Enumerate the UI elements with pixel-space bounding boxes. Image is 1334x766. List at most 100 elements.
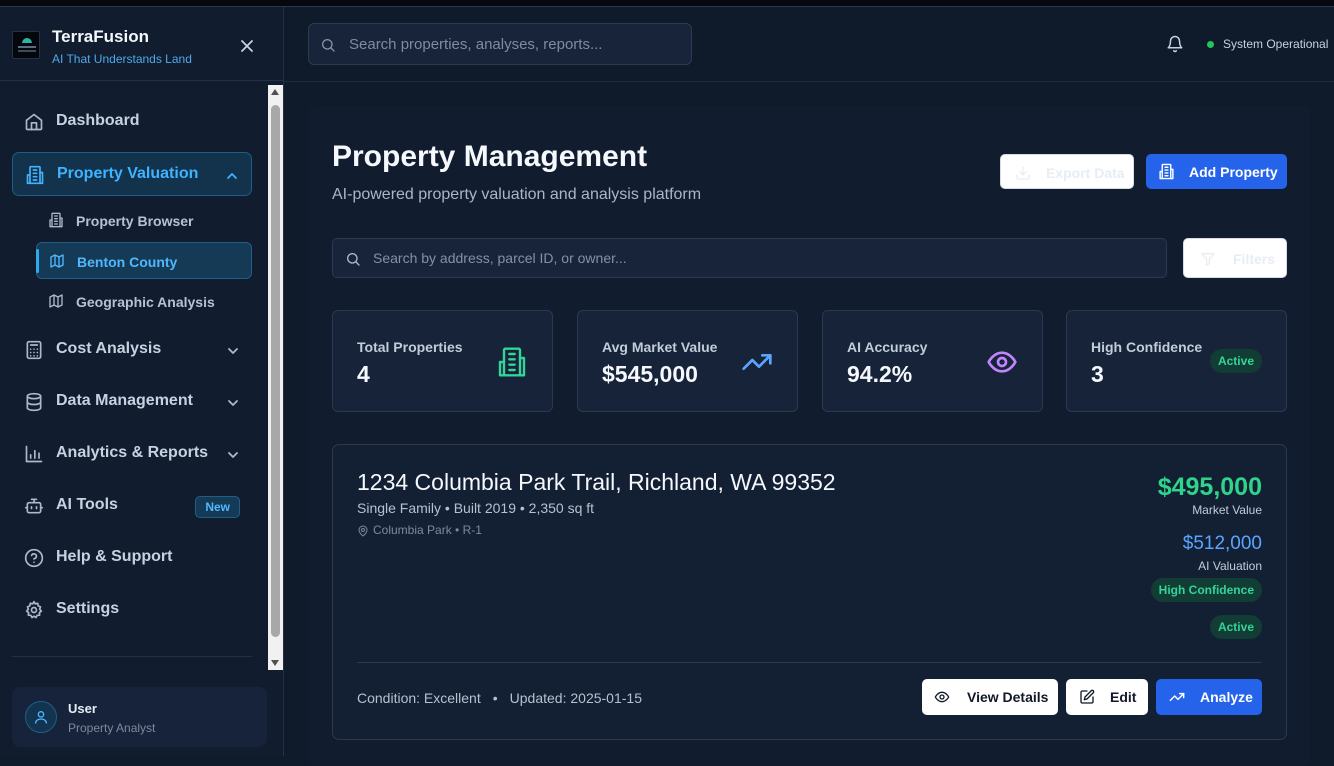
brand-tagline: AI That Understands Land (52, 52, 192, 66)
filters-label: Filters (1233, 251, 1276, 267)
sidebar-scrollbar[interactable] (268, 85, 283, 670)
filters-button[interactable]: Filters (1183, 238, 1287, 278)
stat-card-ai-accuracy: AI Accuracy 94.2% (822, 310, 1043, 412)
stat-card-total-properties: Total Properties 4 (332, 310, 553, 412)
user-icon (35, 711, 47, 724)
property-card: 1234 Columbia Park Trail, Richland, WA 9… (332, 444, 1287, 740)
property-search-input[interactable] (373, 239, 1153, 277)
sidebar-nav: Dashboard Property Valuation Property Br… (0, 85, 268, 670)
map-icon (50, 254, 64, 268)
stat-label: High Confidence (1091, 339, 1203, 355)
search-icon (347, 252, 360, 266)
sidebar-subitem-label: Geographic Analysis (76, 294, 215, 310)
stat-card-avg-market-value: Avg Market Value $545,000 (577, 310, 798, 412)
bot-icon (24, 498, 44, 514)
edit-button[interactable]: Edit (1066, 679, 1148, 715)
trending-up-icon (742, 354, 772, 370)
eye-icon (934, 691, 950, 703)
stat-label: Avg Market Value (602, 339, 718, 355)
sidebar-item-help-support[interactable]: Help & Support (12, 536, 252, 580)
system-status: System Operational (1223, 37, 1329, 51)
sidebar-subitem-benton-county[interactable]: Benton County (36, 242, 252, 279)
sidebar-subitem-property-browser[interactable]: Property Browser (36, 202, 252, 239)
edit-label: Edit (1110, 689, 1137, 705)
scroll-up-arrow-icon[interactable] (271, 89, 279, 95)
edit-icon (1080, 689, 1095, 704)
sidebar-divider (12, 656, 252, 657)
main-content: Property Management AI-powered property … (308, 106, 1310, 766)
sidebar-item-property-valuation[interactable]: Property Valuation (12, 152, 252, 196)
eye-icon (987, 351, 1017, 373)
sidebar-subitem-geographic-analysis[interactable]: Geographic Analysis (36, 283, 252, 320)
filter-icon (1201, 253, 1215, 266)
sidebar-subitem-label: Benton County (77, 254, 178, 270)
status-badge: Active (1209, 349, 1262, 373)
scrollbar-thumb[interactable] (271, 105, 280, 637)
bell-icon (1167, 35, 1183, 53)
property-address: 1234 Columbia Park Trail, Richland, WA 9… (357, 469, 836, 495)
property-updated: Updated: 2025-01-15 (509, 690, 642, 706)
export-data-button[interactable]: Export Data (1000, 154, 1134, 189)
sidebar-item-label: AI Tools (56, 496, 118, 513)
building-icon (498, 347, 526, 377)
property-location-text: Columbia Park • R-1 (373, 523, 482, 537)
building-icon (1159, 163, 1174, 180)
chevron-down-icon (228, 400, 238, 406)
sidebar-subitem-label: Property Browser (76, 213, 194, 229)
user-name: User (68, 701, 97, 716)
confidence-badge: High Confidence (1150, 578, 1262, 602)
view-details-button[interactable]: View Details (922, 679, 1058, 715)
status-indicator-dot (1207, 41, 1214, 48)
stat-value: 94.2% (847, 361, 913, 387)
stat-card-high-confidence: High Confidence 3 Active (1066, 310, 1287, 412)
global-search[interactable] (308, 23, 692, 65)
map-pin-icon (358, 525, 368, 537)
footer-separator: • (492, 690, 498, 706)
property-footer: Condition: Excellent • Updated: 2025-01-15 (357, 690, 642, 706)
map-icon (49, 294, 63, 308)
brand-header: TerraFusion AI That Understands Land (0, 7, 284, 81)
card-divider (357, 662, 1262, 663)
analyze-button[interactable]: Analyze (1156, 679, 1262, 715)
sidebar-item-analytics-reports[interactable]: Analytics & Reports (12, 432, 252, 476)
sidebar: TerraFusion AI That Understands Land Das… (0, 7, 284, 756)
home-icon (25, 113, 43, 131)
property-meta: Single Family • Built 2019 • 2,350 sq ft (357, 500, 595, 516)
sidebar-item-label: Help & Support (56, 548, 173, 565)
stat-label: Total Properties (357, 339, 463, 355)
bar-chart-icon (25, 445, 43, 463)
global-search-input[interactable] (349, 24, 679, 64)
chevron-down-icon (228, 348, 238, 354)
analyze-label: Analyze (1200, 689, 1253, 705)
page-title: Property Management (332, 140, 648, 173)
sidebar-item-settings[interactable]: Settings (12, 588, 252, 632)
view-details-label: View Details (967, 689, 1049, 705)
add-property-label: Add Property (1189, 164, 1278, 180)
chevron-up-icon (227, 173, 237, 179)
sidebar-item-label: Settings (56, 600, 120, 617)
window-top-strip (0, 0, 1334, 7)
sidebar-item-label: Data Management (56, 392, 193, 409)
building-icon (49, 212, 63, 228)
close-icon (241, 40, 253, 52)
sidebar-item-ai-tools[interactable]: AI Tools New (12, 484, 252, 528)
avatar (25, 701, 57, 733)
page-subtitle: AI-powered property valuation and analys… (332, 186, 702, 203)
sidebar-item-data-management[interactable]: Data Management (12, 380, 252, 424)
building-icon (26, 165, 44, 185)
sidebar-item-cost-analysis[interactable]: Cost Analysis (12, 328, 252, 372)
sidebar-item-dashboard[interactable]: Dashboard (12, 100, 252, 144)
add-property-button[interactable]: Add Property (1146, 154, 1287, 189)
property-search[interactable] (332, 238, 1167, 278)
user-profile-card[interactable]: User Property Analyst (12, 687, 267, 747)
new-badge: New (195, 496, 240, 518)
trending-up-icon (1169, 692, 1185, 702)
stat-value: $545,000 (602, 361, 698, 387)
ai-valuation: $512,000 (1182, 533, 1262, 554)
market-value: $495,000 (1157, 473, 1262, 501)
scroll-down-arrow-icon[interactable] (271, 660, 279, 666)
export-data-label: Export Data (1046, 165, 1125, 181)
market-value-label: Market Value (1192, 503, 1262, 517)
notifications-button[interactable] (1166, 35, 1184, 53)
close-sidebar-button[interactable] (237, 36, 257, 56)
